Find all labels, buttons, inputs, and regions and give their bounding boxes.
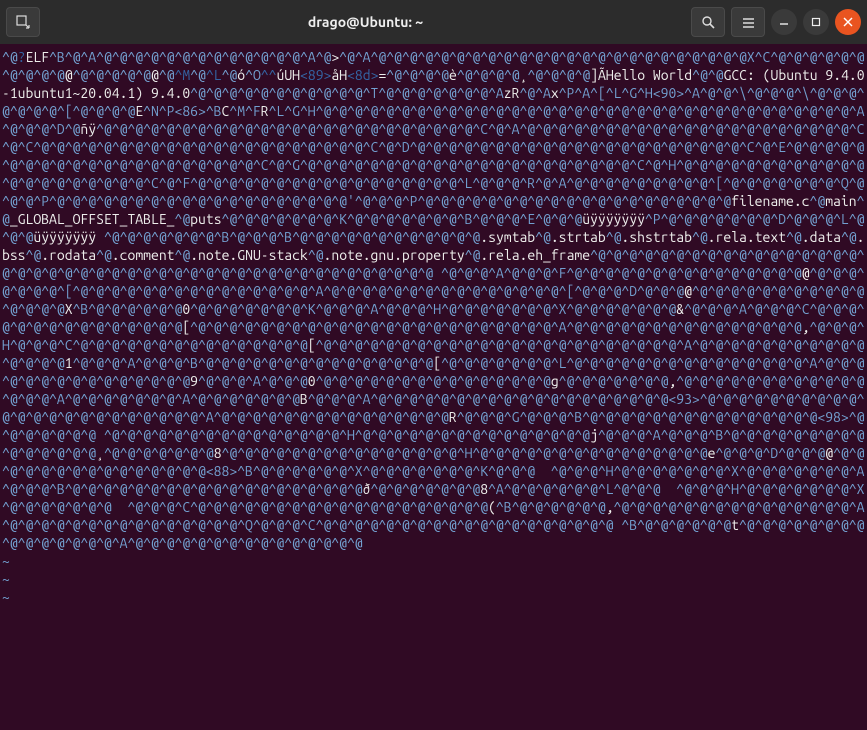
titlebar: drago@Ubuntu: ~ bbox=[0, 0, 867, 44]
window-title: drago@Ubuntu: ~ bbox=[46, 14, 685, 30]
terminal-content[interactable]: ^@?ELF^B^@^A^@^@^@^@^@^@^@^@^@^@^@^@^@^A… bbox=[0, 44, 867, 610]
minimize-button[interactable] bbox=[771, 9, 797, 35]
search-button[interactable] bbox=[691, 7, 725, 37]
close-button[interactable] bbox=[835, 9, 861, 35]
new-tab-button[interactable] bbox=[6, 7, 40, 37]
menu-button[interactable] bbox=[731, 7, 765, 37]
maximize-button[interactable] bbox=[803, 9, 829, 35]
